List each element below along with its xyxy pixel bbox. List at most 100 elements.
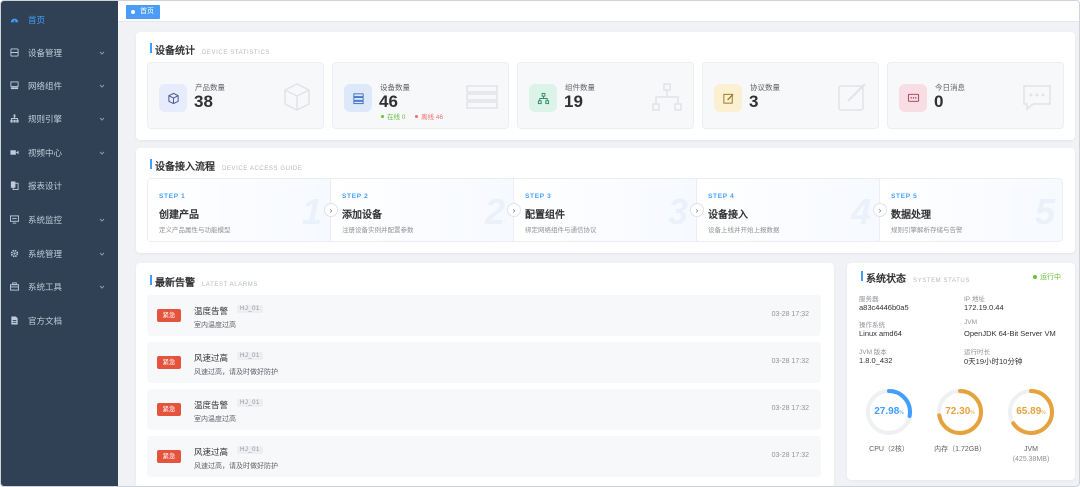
- edit-icon: [714, 84, 742, 112]
- title-accent-bar: [150, 43, 152, 53]
- sidebar-item-video[interactable]: 视频中心: [1, 136, 118, 169]
- report-icon: [10, 181, 19, 190]
- alarm-code: HJ_01: [237, 399, 263, 407]
- message-icon: [899, 84, 927, 112]
- step-card[interactable]: 1 STEP 1 创建产品 定义产品属性与功能模型: [148, 179, 331, 241]
- step-description: 设备上线并开始上报数据: [708, 227, 780, 234]
- step-number-watermark: 3: [667, 191, 688, 232]
- document-icon: [10, 316, 19, 325]
- chevron-down-icon: [99, 117, 105, 121]
- sidebar-item-rule-engine[interactable]: 规则引擎: [1, 102, 118, 135]
- chevron-down-icon: [99, 252, 105, 256]
- memory-label: 内存（1.72GB）: [934, 446, 986, 453]
- sidebar-item-system-monitor[interactable]: 系统监控: [1, 203, 118, 236]
- alarm-time: 03-28 17:32: [771, 311, 809, 318]
- chevron-down-icon: [99, 51, 105, 55]
- monitor-icon: [10, 215, 19, 224]
- cpu-usage-value: 27.98%: [874, 406, 904, 417]
- step-number: STEP 4: [708, 193, 735, 200]
- sidebar-item-report[interactable]: 报表设计: [1, 169, 118, 202]
- sidebar-item-docs[interactable]: 官方文档: [1, 304, 118, 337]
- stat-card-products[interactable]: 产品数量 38: [147, 62, 324, 129]
- info-value: 0天19小时10分钟: [964, 357, 1023, 366]
- app-window: 首页 设备管理 网络组件 规则引擎 视频中心 报表设计 系统监控 系统管理 系统…: [0, 0, 1080, 487]
- sidebar-item-label: 系统工具: [28, 281, 63, 292]
- memory-usage-value: 72.30%: [945, 406, 975, 417]
- stat-card-devices[interactable]: 设备数量 46 在线 0 离线 46: [332, 62, 509, 129]
- tab-home[interactable]: 首页: [126, 5, 160, 19]
- status-dot: [1033, 275, 1037, 279]
- stat-card-protocols[interactable]: 协议数量 3: [702, 62, 879, 129]
- info-key: IP 地址: [964, 296, 985, 303]
- step-number-watermark: 2: [484, 191, 505, 232]
- online-count: 在线 0: [381, 111, 405, 121]
- alarm-code: HJ_01: [237, 305, 263, 313]
- step-number: STEP 3: [525, 193, 552, 200]
- step-title: 添加设备: [342, 210, 382, 221]
- sidebar-item-system-management[interactable]: 系统管理: [1, 237, 118, 270]
- topology-icon: [529, 84, 557, 112]
- info-key: JVM: [964, 319, 977, 326]
- sidebar-item-device-management[interactable]: 设备管理: [1, 36, 118, 69]
- section-title: 系统状态 SYSTEM STATUS: [861, 270, 970, 285]
- step-number-watermark: 5: [1034, 191, 1055, 232]
- step-description: 绑定网络组件与通信协议: [525, 227, 597, 234]
- section-subtitle: LATEST ALARMS: [202, 282, 258, 288]
- status-text: 运行中: [1040, 274, 1061, 281]
- section-title-text: 系统状态: [866, 274, 906, 285]
- alarm-level-badge: 紧急: [157, 356, 181, 369]
- step-card[interactable]: 2 STEP 2 添加设备 注册设备实例并配置参数: [331, 179, 514, 241]
- alarm-code: HJ_01: [237, 352, 263, 360]
- alarm-item[interactable]: 紧急 温度告警 HJ_01 室内温度过高 03-28 17:32: [147, 295, 821, 336]
- stat-value: 0: [934, 92, 944, 111]
- stat-value: 19: [564, 92, 583, 111]
- section-title-text: 设备接入流程: [155, 162, 215, 173]
- steps-row: 1 STEP 1 创建产品 定义产品属性与功能模型 2 STEP 2 添加设备 …: [147, 178, 1063, 242]
- toolbox-icon: [10, 282, 19, 291]
- alarm-item[interactable]: 紧急 温度告警 HJ_01 室内温度过高 03-28 17:32: [147, 389, 821, 430]
- alarm-level-badge: 紧急: [157, 450, 181, 463]
- section-subtitle: DEVICE STATISTICS: [202, 50, 270, 56]
- info-value: Linux amd64: [859, 329, 902, 338]
- dashboard-icon: [10, 15, 19, 24]
- sidebar-item-system-tools[interactable]: 系统工具: [1, 270, 118, 303]
- sidebar: 首页 设备管理 网络组件 规则引擎 视频中心 报表设计 系统监控 系统管理 系统…: [1, 1, 118, 486]
- alarm-item[interactable]: 紧急 风速过高 HJ_01 风速过高，请及时做好防护 03-28 17:32: [147, 342, 821, 383]
- alarm-description: 风速过高，请及时做好防护: [194, 463, 278, 470]
- chevron-right-icon: ›: [873, 203, 887, 217]
- sidebar-item-label: 官方文档: [28, 315, 63, 326]
- alarm-title: 风速过高: [194, 447, 229, 457]
- sidebar-item-label: 系统管理: [28, 248, 63, 259]
- sidebar-item-network[interactable]: 网络组件: [1, 69, 118, 102]
- alarm-description: 室内温度过高: [194, 322, 236, 329]
- step-card[interactable]: 3 STEP 3 配置组件 绑定网络组件与通信协议: [514, 179, 697, 241]
- title-accent-bar: [861, 271, 863, 281]
- alarm-time: 03-28 17:32: [771, 452, 809, 459]
- stat-value: 38: [194, 92, 213, 111]
- video-icon: [10, 148, 19, 157]
- cube-icon: [159, 84, 187, 112]
- chevron-down-icon: [99, 285, 105, 289]
- stat-card-messages[interactable]: 今日消息 0: [887, 62, 1064, 129]
- step-title: 设备接入: [708, 210, 748, 221]
- topology-watermark-icon: [652, 83, 682, 111]
- message-watermark-icon: [1023, 85, 1051, 111]
- edit-watermark-icon: [838, 83, 866, 111]
- sidebar-item-label: 设备管理: [28, 47, 63, 58]
- alarm-item[interactable]: 紧急 风速过高 HJ_01 风速过高，请及时做好防护 03-28 17:32: [147, 436, 821, 477]
- step-card[interactable]: 4 STEP 4 设备接入 设备上线并开始上报数据: [697, 179, 880, 241]
- step-number: STEP 5: [891, 193, 918, 200]
- step-description: 注册设备实例并配置参数: [342, 227, 414, 234]
- chevron-down-icon: [99, 84, 105, 88]
- alarm-title: 风速过高: [194, 353, 229, 363]
- server-icon: [344, 84, 372, 112]
- sidebar-item-home[interactable]: 首页: [1, 3, 118, 36]
- stat-card-components[interactable]: 组件数量 19: [517, 62, 694, 129]
- rule-icon: [10, 114, 19, 123]
- sidebar-item-label: 报表设计: [28, 180, 63, 191]
- cpu-label: CPU（2核）: [869, 446, 909, 453]
- step-number-watermark: 1: [301, 191, 322, 232]
- alarm-time: 03-28 17:32: [771, 358, 809, 365]
- step-card[interactable]: 5 STEP 5 数据处理 规则引擎解析存储与告警: [880, 179, 1062, 241]
- alarm-description: 室内温度过高: [194, 416, 236, 423]
